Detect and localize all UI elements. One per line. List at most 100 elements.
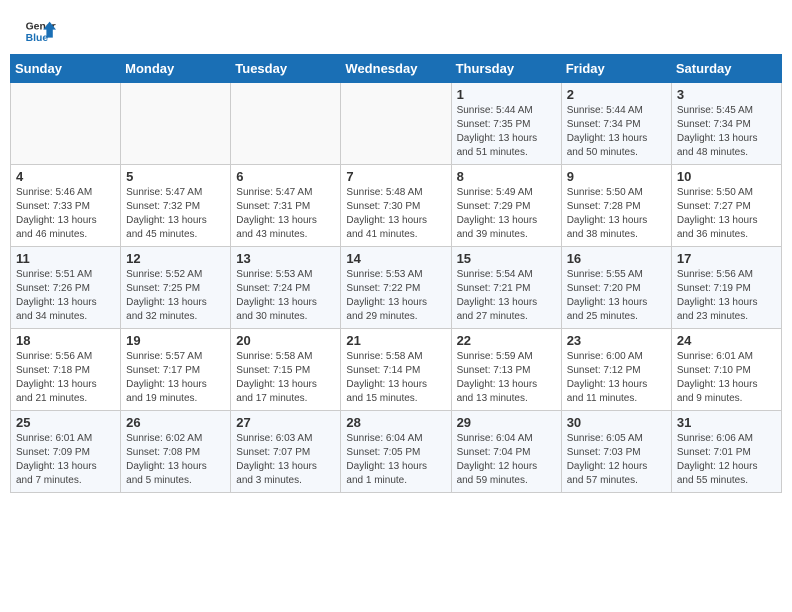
day-number: 28	[346, 415, 445, 430]
calendar-cell: 11 Sunrise: 5:51 AMSunset: 7:26 PMDayligh…	[11, 247, 121, 329]
day-header-friday: Friday	[561, 55, 671, 83]
day-info: Sunrise: 5:44 AMSunset: 7:34 PMDaylight:…	[567, 104, 666, 160]
calendar-cell: 29 Sunrise: 6:04 AMSunset: 7:04 PMDayligh…	[451, 411, 561, 493]
day-header-thursday: Thursday	[451, 55, 561, 83]
page-header: General Blue	[0, 0, 792, 54]
day-number: 20	[236, 333, 335, 348]
calendar-cell	[341, 83, 451, 165]
day-info: Sunrise: 5:53 AMSunset: 7:24 PMDaylight:…	[236, 268, 335, 324]
day-number: 16	[567, 251, 666, 266]
logo: General Blue	[24, 18, 60, 46]
calendar-table: SundayMondayTuesdayWednesdayThursdayFrid…	[10, 54, 782, 493]
day-number: 21	[346, 333, 445, 348]
day-info: Sunrise: 5:50 AMSunset: 7:28 PMDaylight:…	[567, 186, 666, 242]
day-number: 3	[677, 87, 776, 102]
day-info: Sunrise: 6:05 AMSunset: 7:03 PMDaylight:…	[567, 432, 666, 488]
calendar-cell: 8Sunrise: 5:49 AMSunset: 7:29 PMDaylight…	[451, 165, 561, 247]
day-number: 4	[16, 169, 115, 184]
day-number: 10	[677, 169, 776, 184]
day-info: Sunrise: 5:59 AMSunset: 7:13 PMDaylight:…	[457, 350, 556, 406]
day-info: Sunrise: 5:54 AMSunset: 7:21 PMDaylight:…	[457, 268, 556, 324]
calendar-cell: 13 Sunrise: 5:53 AMSunset: 7:24 PMDayligh…	[231, 247, 341, 329]
day-info: Sunrise: 6:06 AMSunset: 7:01 PMDaylight:…	[677, 432, 776, 488]
calendar-week-4: 18 Sunrise: 5:56 AMSunset: 7:18 PMDayligh…	[11, 329, 782, 411]
calendar-cell: 15 Sunrise: 5:54 AMSunset: 7:21 PMDayligh…	[451, 247, 561, 329]
day-number: 2	[567, 87, 666, 102]
day-number: 18	[16, 333, 115, 348]
calendar-cell: 7Sunrise: 5:48 AMSunset: 7:30 PMDaylight…	[341, 165, 451, 247]
day-number: 31	[677, 415, 776, 430]
day-info: Sunrise: 5:48 AMSunset: 7:30 PMDaylight:…	[346, 186, 445, 242]
day-info: Sunrise: 5:51 AMSunset: 7:26 PMDaylight:…	[16, 268, 115, 324]
day-info: Sunrise: 5:44 AMSunset: 7:35 PMDaylight:…	[457, 104, 556, 160]
calendar-container: SundayMondayTuesdayWednesdayThursdayFrid…	[0, 54, 792, 503]
day-info: Sunrise: 5:57 AMSunset: 7:17 PMDaylight:…	[126, 350, 225, 406]
day-info: Sunrise: 5:47 AMSunset: 7:31 PMDaylight:…	[236, 186, 335, 242]
calendar-cell: 16 Sunrise: 5:55 AMSunset: 7:20 PMDayligh…	[561, 247, 671, 329]
day-number: 6	[236, 169, 335, 184]
day-number: 25	[16, 415, 115, 430]
calendar-cell: 27 Sunrise: 6:03 AMSunset: 7:07 PMDayligh…	[231, 411, 341, 493]
calendar-cell: 6 Sunrise: 5:47 AMSunset: 7:31 PMDaylight…	[231, 165, 341, 247]
calendar-cell: 12 Sunrise: 5:52 AMSunset: 7:25 PMDayligh…	[121, 247, 231, 329]
day-info: Sunrise: 6:04 AMSunset: 7:05 PMDaylight:…	[346, 432, 445, 488]
calendar-cell: 20Sunrise: 5:58 AMSunset: 7:15 PMDayligh…	[231, 329, 341, 411]
day-info: Sunrise: 5:52 AMSunset: 7:25 PMDaylight:…	[126, 268, 225, 324]
calendar-cell: 28 Sunrise: 6:04 AMSunset: 7:05 PMDayligh…	[341, 411, 451, 493]
day-info: Sunrise: 6:04 AMSunset: 7:04 PMDaylight:…	[457, 432, 556, 488]
day-info: Sunrise: 5:49 AMSunset: 7:29 PMDaylight:…	[457, 186, 556, 242]
calendar-cell: 14 Sunrise: 5:53 AMSunset: 7:22 PMDayligh…	[341, 247, 451, 329]
day-info: Sunrise: 5:46 AMSunset: 7:33 PMDaylight:…	[16, 186, 115, 242]
day-info: Sunrise: 5:47 AMSunset: 7:32 PMDaylight:…	[126, 186, 225, 242]
calendar-cell: 22 Sunrise: 5:59 AMSunset: 7:13 PMDayligh…	[451, 329, 561, 411]
day-info: Sunrise: 5:53 AMSunset: 7:22 PMDaylight:…	[346, 268, 445, 324]
logo-icon: General Blue	[24, 18, 56, 46]
calendar-cell: 23 Sunrise: 6:00 AMSunset: 7:12 PMDayligh…	[561, 329, 671, 411]
calendar-cell: 1Sunrise: 5:44 AMSunset: 7:35 PMDaylight…	[451, 83, 561, 165]
day-info: Sunrise: 6:03 AMSunset: 7:07 PMDaylight:…	[236, 432, 335, 488]
day-number: 15	[457, 251, 556, 266]
calendar-cell: 3 Sunrise: 5:45 AMSunset: 7:34 PMDaylight…	[671, 83, 781, 165]
calendar-week-1: 1Sunrise: 5:44 AMSunset: 7:35 PMDaylight…	[11, 83, 782, 165]
day-number: 13	[236, 251, 335, 266]
svg-text:Blue: Blue	[26, 33, 49, 44]
day-number: 14	[346, 251, 445, 266]
day-number: 27	[236, 415, 335, 430]
calendar-cell: 18 Sunrise: 5:56 AMSunset: 7:18 PMDayligh…	[11, 329, 121, 411]
calendar-cell: 19Sunrise: 5:57 AMSunset: 7:17 PMDayligh…	[121, 329, 231, 411]
day-info: Sunrise: 5:56 AMSunset: 7:19 PMDaylight:…	[677, 268, 776, 324]
day-number: 17	[677, 251, 776, 266]
calendar-cell: 10 Sunrise: 5:50 AMSunset: 7:27 PMDayligh…	[671, 165, 781, 247]
calendar-header-row: SundayMondayTuesdayWednesdayThursdayFrid…	[11, 55, 782, 83]
day-number: 12	[126, 251, 225, 266]
calendar-cell	[231, 83, 341, 165]
calendar-cell: 5 Sunrise: 5:47 AMSunset: 7:32 PMDaylight…	[121, 165, 231, 247]
day-header-monday: Monday	[121, 55, 231, 83]
calendar-week-5: 25 Sunrise: 6:01 AMSunset: 7:09 PMDayligh…	[11, 411, 782, 493]
calendar-cell: 31 Sunrise: 6:06 AMSunset: 7:01 PMDayligh…	[671, 411, 781, 493]
day-number: 26	[126, 415, 225, 430]
calendar-cell	[11, 83, 121, 165]
calendar-cell: 9Sunrise: 5:50 AMSunset: 7:28 PMDaylight…	[561, 165, 671, 247]
calendar-cell: 4 Sunrise: 5:46 AMSunset: 7:33 PMDaylight…	[11, 165, 121, 247]
day-number: 22	[457, 333, 556, 348]
calendar-cell	[121, 83, 231, 165]
day-number: 11	[16, 251, 115, 266]
day-number: 24	[677, 333, 776, 348]
calendar-cell: 26 Sunrise: 6:02 AMSunset: 7:08 PMDayligh…	[121, 411, 231, 493]
day-number: 23	[567, 333, 666, 348]
day-number: 29	[457, 415, 556, 430]
day-number: 30	[567, 415, 666, 430]
day-header-sunday: Sunday	[11, 55, 121, 83]
day-info: Sunrise: 5:56 AMSunset: 7:18 PMDaylight:…	[16, 350, 115, 406]
day-info: Sunrise: 5:45 AMSunset: 7:34 PMDaylight:…	[677, 104, 776, 160]
day-number: 5	[126, 169, 225, 184]
day-header-tuesday: Tuesday	[231, 55, 341, 83]
day-info: Sunrise: 5:50 AMSunset: 7:27 PMDaylight:…	[677, 186, 776, 242]
day-info: Sunrise: 5:58 AMSunset: 7:14 PMDaylight:…	[346, 350, 445, 406]
day-info: Sunrise: 6:00 AMSunset: 7:12 PMDaylight:…	[567, 350, 666, 406]
day-info: Sunrise: 6:02 AMSunset: 7:08 PMDaylight:…	[126, 432, 225, 488]
day-info: Sunrise: 5:55 AMSunset: 7:20 PMDaylight:…	[567, 268, 666, 324]
day-info: Sunrise: 6:01 AMSunset: 7:09 PMDaylight:…	[16, 432, 115, 488]
day-header-wednesday: Wednesday	[341, 55, 451, 83]
